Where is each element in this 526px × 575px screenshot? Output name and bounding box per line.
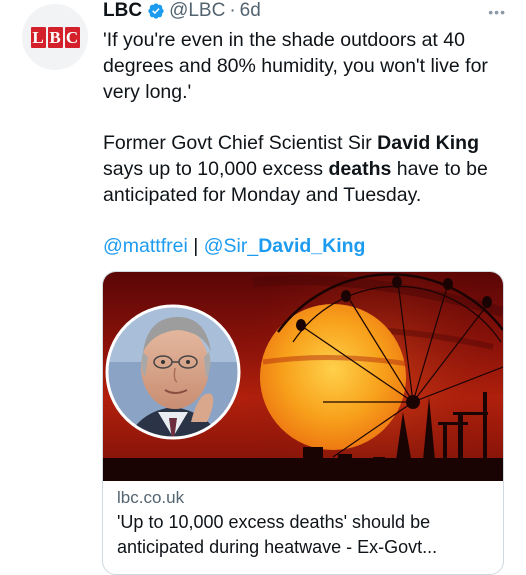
logo-letter-c: C xyxy=(64,26,80,48)
header-separator: · xyxy=(229,0,236,21)
para-bold-deaths: deaths xyxy=(328,158,392,180)
tweet-header: LBC @LBC · 6d xyxy=(103,0,261,22)
mention-2-bold: David_King xyxy=(258,235,366,257)
para-middle: says up to 10,000 excess xyxy=(103,158,329,180)
mention-mattfrei[interactable]: @mattfrei xyxy=(103,235,188,257)
logo-letter-l: L xyxy=(30,26,46,48)
verified-badge-icon xyxy=(148,3,164,19)
more-dots-icon[interactable]: ••• xyxy=(488,4,506,20)
tweet-quote-text: 'If you're even in the shade outdoors at… xyxy=(103,29,488,103)
author-handle[interactable]: @LBC xyxy=(169,0,225,22)
mention-2-prefix: @Sir_ xyxy=(203,235,259,257)
tweet-timestamp[interactable]: 6d xyxy=(240,0,261,22)
card-meta: lbc.co.uk 'Up to 10,000 excess deaths' s… xyxy=(117,486,497,560)
para-bold-name: David King xyxy=(377,132,479,154)
link-preview-card[interactable]: lbc.co.uk 'Up to 10,000 excess deaths' s… xyxy=(102,271,504,575)
logo-letter-b: B xyxy=(47,26,63,48)
author-name[interactable]: LBC xyxy=(103,0,142,22)
lbc-logo: L B C xyxy=(30,26,80,48)
mention-separator: | xyxy=(187,235,204,257)
mention-sir-david-king[interactable]: @Sir_David_King xyxy=(204,235,366,257)
card-domain: lbc.co.uk xyxy=(117,488,185,507)
tweet-body-paragraph: Former Govt Chief Scientist Sir David Ki… xyxy=(103,130,503,208)
card-title[interactable]: 'Up to 10,000 excess deaths' should be a… xyxy=(117,510,497,560)
para-prefix: Former Govt Chief Scientist Sir xyxy=(103,132,378,154)
tweet-mentions: @mattfrei | @Sir_David_King xyxy=(103,233,503,259)
author-avatar[interactable]: L B C xyxy=(22,4,88,70)
card-image[interactable] xyxy=(103,272,503,517)
card-image-illustration xyxy=(103,272,503,517)
